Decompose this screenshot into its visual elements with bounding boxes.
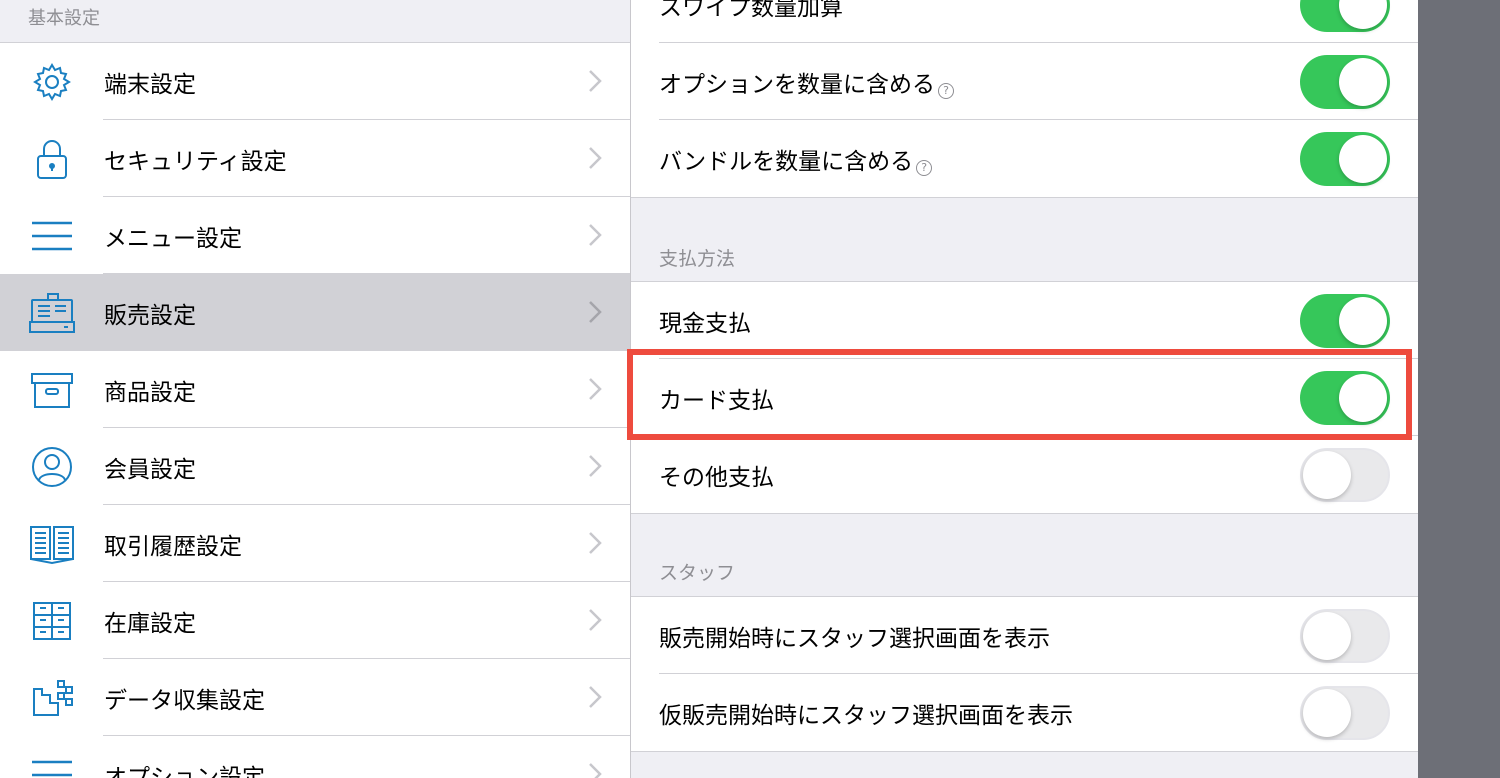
sidebar-item-label: 会員設定 [104, 456, 196, 483]
setting-label: 仮販売開始時にスタッフ選択画面を表示 [659, 702, 1073, 729]
chevron-right-icon [589, 455, 602, 477]
chevron-right-icon [589, 147, 602, 169]
chevron-right-icon [589, 70, 602, 92]
sidebar-item-label: セキュリティ設定 [104, 148, 287, 175]
toggle-knob [1303, 689, 1351, 737]
staff-section-header: スタッフ [659, 562, 736, 584]
include-options-toggle[interactable] [1300, 55, 1390, 109]
help-icon[interactable]: ? [916, 159, 933, 176]
setting-row-include-bundles: バンドルを数量に含める? [631, 120, 1418, 197]
toggle-knob [1339, 58, 1387, 106]
data-icon [28, 677, 76, 719]
sidebar-item-label: 端末設定 [104, 71, 196, 98]
setting-row-include-options: オプションを数量に含める? [631, 43, 1418, 120]
gear-icon [28, 61, 76, 103]
sidebar-item-menu-settings[interactable]: メニュー設定 [0, 197, 630, 274]
sidebar-item-transaction-history-settings[interactable]: 取引履歴設定 [0, 505, 630, 582]
chevron-right-icon [589, 609, 602, 631]
setting-label: バンドルを数量に含める? [659, 142, 933, 176]
setting-label: 現金支払 [659, 310, 751, 337]
cash-payment-toggle[interactable] [1300, 294, 1390, 348]
sidebar-item-device-settings[interactable]: 端末設定 [0, 43, 630, 120]
setting-row-other-payment: その他支払 [631, 436, 1418, 513]
sidebar-item-inventory-settings[interactable]: 在庫設定 [0, 582, 630, 659]
chevron-right-icon [589, 763, 602, 778]
staff-select-on-sale-toggle[interactable] [1300, 609, 1390, 663]
setting-row-swipe-quantity: スワイプ数量加算 [631, 0, 1418, 43]
book-icon [28, 523, 76, 565]
sidebar-item-sales-settings[interactable]: 販売設定 [0, 274, 630, 351]
sidebar-item-label: 商品設定 [104, 379, 196, 406]
sidebar-item-data-collection-settings[interactable]: データ収集設定 [0, 659, 630, 736]
chevron-right-icon [589, 301, 602, 323]
setting-label: 販売開始時にスタッフ選択画面を表示 [659, 625, 1050, 652]
other-payment-toggle[interactable] [1300, 448, 1390, 502]
toggle-knob [1339, 135, 1387, 183]
setting-label: オプションを数量に含める? [659, 65, 954, 99]
toggle-knob [1303, 612, 1351, 660]
setting-label: カード支払 [659, 387, 774, 414]
settings-panel: スワイプ数量加算 オプションを数量に含める? バンドルを数量に含める? 支払方法… [631, 0, 1418, 778]
chevron-right-icon [589, 686, 602, 708]
setting-label: その他支払 [659, 464, 774, 491]
sidebar-item-label: 販売設定 [104, 302, 196, 329]
sidebar-item-label: 取引履歴設定 [104, 533, 242, 560]
setting-row-card-payment: カード支払 [631, 359, 1418, 436]
menu-icon [28, 754, 76, 778]
setting-row-staff-select-on-provisional-sale: 仮販売開始時にスタッフ選択画面を表示 [631, 674, 1418, 751]
sidebar-item-security-settings[interactable]: セキュリティ設定 [0, 120, 630, 197]
toggle-knob [1339, 0, 1387, 29]
toggle-knob [1339, 374, 1387, 422]
sidebar-section-header: 基本設定 [28, 8, 100, 29]
setting-label: スワイプ数量加算 [659, 0, 843, 21]
payment-methods-group: 現金支払 カード支払 その他支払 [631, 281, 1418, 514]
quantity-options-group: スワイプ数量加算 オプションを数量に含める? バンドルを数量に含める? [631, 0, 1418, 198]
sidebar-item-member-settings[interactable]: 会員設定 [0, 428, 630, 505]
box-icon [28, 369, 76, 411]
inventory-icon [28, 600, 76, 642]
setting-row-staff-select-on-sale: 販売開始時にスタッフ選択画面を表示 [631, 597, 1418, 674]
sidebar-item-label: 在庫設定 [104, 610, 196, 637]
menu-icon [28, 215, 76, 257]
setting-row-cash-payment: 現金支払 [631, 282, 1418, 359]
toggle-knob [1339, 297, 1387, 345]
lock-icon [28, 138, 76, 180]
sidebar: 基本設定 端末設定 セキュリティ設定 メニュー設定 販売設定 商品設定 会員設定… [0, 0, 630, 778]
sidebar-list: 端末設定 セキュリティ設定 メニュー設定 販売設定 商品設定 会員設定 取引履歴… [0, 42, 630, 778]
sidebar-item-label: オプション設定 [104, 764, 265, 778]
staff-group: 販売開始時にスタッフ選択画面を表示 仮販売開始時にスタッフ選択画面を表示 [631, 596, 1418, 752]
payment-section-header: 支払方法 [659, 248, 736, 270]
sidebar-item-label: メニュー設定 [104, 225, 242, 252]
sidebar-item-product-settings[interactable]: 商品設定 [0, 351, 630, 428]
include-bundles-toggle[interactable] [1300, 132, 1390, 186]
sidebar-item-option-settings[interactable]: オプション設定 [0, 736, 630, 778]
chevron-right-icon [589, 378, 602, 400]
swipe-quantity-toggle[interactable] [1300, 0, 1390, 32]
register-icon [28, 292, 76, 334]
staff-select-on-provisional-sale-toggle[interactable] [1300, 686, 1390, 740]
user-icon [28, 446, 76, 488]
chevron-right-icon [589, 532, 602, 554]
sidebar-item-label: データ収集設定 [104, 687, 265, 714]
toggle-knob [1303, 451, 1351, 499]
right-gutter [1418, 0, 1500, 778]
card-payment-toggle[interactable] [1300, 371, 1390, 425]
chevron-right-icon [589, 224, 602, 246]
help-icon[interactable]: ? [938, 82, 954, 99]
